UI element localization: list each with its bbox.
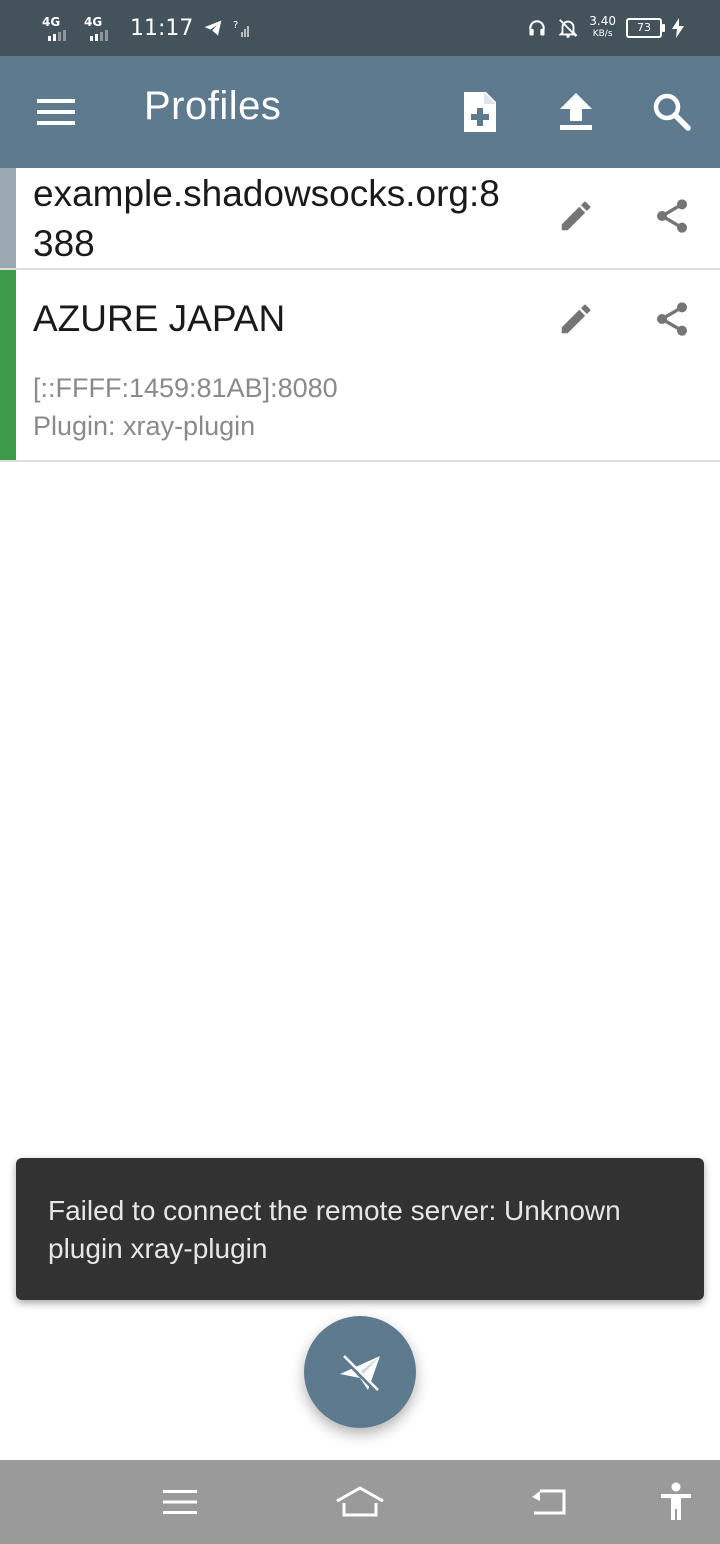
back-button[interactable] xyxy=(520,1474,576,1530)
profile-item[interactable]: AZURE JAPAN [::FFFF:1459:81AB]:8080 Plug… xyxy=(0,270,720,462)
edit-button[interactable] xyxy=(544,287,608,351)
connect-fab[interactable] xyxy=(304,1316,416,1428)
status-left: 4G 4G 11:17 ? xyxy=(42,12,251,44)
network-speed: 3.40 KB/s xyxy=(589,15,616,41)
signal-bars-icon xyxy=(90,30,108,41)
svg-text:?: ? xyxy=(233,20,238,31)
accessibility-button[interactable] xyxy=(648,1474,704,1530)
profile-name-line2: 388 xyxy=(33,223,95,264)
recents-icon xyxy=(163,1490,197,1514)
share-icon xyxy=(657,302,687,336)
profile-status-stripe xyxy=(0,168,16,268)
snackbar: Failed to connect the remote server: Unk… xyxy=(16,1158,704,1300)
edit-icon xyxy=(561,201,591,231)
share-icon xyxy=(657,199,687,233)
network-type-1: 4G xyxy=(42,15,61,29)
system-navigation-bar xyxy=(0,1460,720,1544)
home-button[interactable] xyxy=(332,1474,388,1530)
battery-icon: 73 xyxy=(626,18,665,38)
clock: 11:17 xyxy=(130,15,194,41)
import-button[interactable] xyxy=(544,80,608,144)
battery-level: 73 xyxy=(637,21,651,34)
back-icon xyxy=(532,1489,566,1515)
profile-item[interactable]: example.shadowsocks.org:8 388 xyxy=(0,168,720,270)
recents-button[interactable] xyxy=(152,1474,208,1530)
charging-icon xyxy=(672,18,684,38)
search-icon xyxy=(653,93,691,131)
edit-icon xyxy=(561,304,591,334)
accessibility-icon xyxy=(661,1482,691,1520)
network-speed-unit: KB/s xyxy=(592,29,613,39)
profile-status-stripe xyxy=(0,270,16,460)
add-profile-button[interactable] xyxy=(448,80,512,144)
menu-button[interactable] xyxy=(24,80,88,144)
paper-plane-disconnected-icon xyxy=(340,1354,380,1392)
profile-address: [::FFFF:1459:81AB]:8080 xyxy=(33,373,338,403)
network-speed-value: 3.40 xyxy=(589,14,616,28)
network-indicator-1: 4G xyxy=(42,13,74,43)
telegram-icon xyxy=(205,20,222,36)
profile-plugin: Plugin: xray-plugin xyxy=(33,411,256,441)
add-file-icon xyxy=(464,92,496,132)
edit-button[interactable] xyxy=(544,184,608,248)
signal-bars-icon xyxy=(48,30,66,41)
snackbar-message: Failed to connect the remote server: Unk… xyxy=(48,1195,621,1264)
status-right: 3.40 KB/s 73 xyxy=(527,12,684,44)
app-toolbar: Profiles xyxy=(0,56,720,168)
network-indicator-2: 4G xyxy=(84,13,116,43)
profile-name: AZURE JAPAN xyxy=(33,298,286,339)
notifications-off-icon xyxy=(558,19,578,38)
network-type-2: 4G xyxy=(84,15,103,29)
profile-name-line1: example.shadowsocks.org:8 xyxy=(33,173,500,214)
home-icon xyxy=(336,1486,384,1517)
headphones-icon xyxy=(529,20,545,36)
search-button[interactable] xyxy=(640,80,704,144)
share-button[interactable] xyxy=(640,184,704,248)
share-button[interactable] xyxy=(640,287,704,351)
status-bar: 4G 4G 11:17 ? 3.40 KB/s 73 xyxy=(0,0,720,56)
page-title: Profiles xyxy=(144,84,282,128)
menu-icon xyxy=(37,99,75,125)
wifi-signal-icon: ? xyxy=(233,20,250,37)
upload-icon xyxy=(560,93,592,130)
